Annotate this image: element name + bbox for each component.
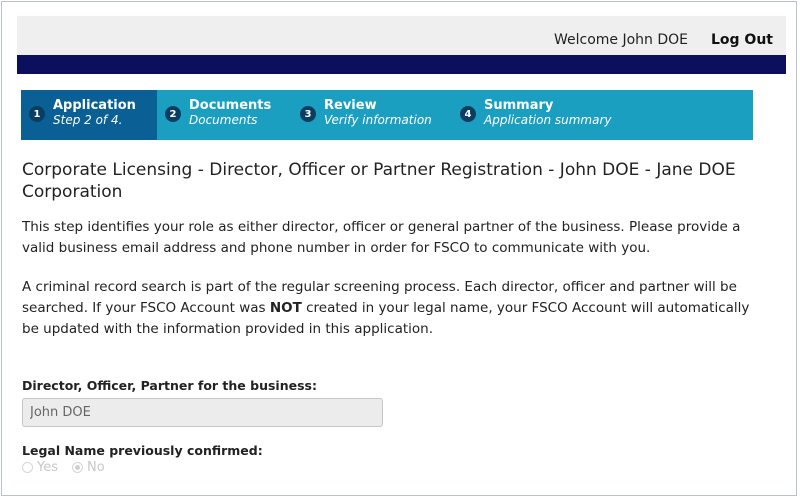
emphasis-not: NOT xyxy=(269,300,302,316)
step-number: 4 xyxy=(460,106,476,122)
step-subtitle: Step 2 of 4. xyxy=(53,113,123,127)
top-bar: Welcome John DOE Log Out xyxy=(17,16,786,56)
page-title: Corporate Licensing - Director, Officer … xyxy=(22,160,736,202)
wizard-steps: 1 Application Step 2 of 4. 2 Documents D… xyxy=(21,90,753,140)
radio-label: Yes xyxy=(37,460,58,475)
step-title: Application xyxy=(53,98,136,113)
step-summary[interactable]: 4 Summary Application summary xyxy=(452,90,652,140)
director-label: Director, Officer, Partner for the busin… xyxy=(22,378,317,393)
step-review[interactable]: 3 Review Verify information xyxy=(292,90,452,140)
step-title: Review xyxy=(324,98,377,113)
intro-text: This step identifies your role as either… xyxy=(22,219,741,256)
navy-banner xyxy=(17,55,786,74)
step-title: Documents xyxy=(189,98,272,113)
step-application[interactable]: 1 Application Step 2 of 4. xyxy=(21,90,157,140)
legal-name-radio-group: Yes No xyxy=(22,460,105,475)
radio-circle-icon xyxy=(22,462,33,473)
app-frame: Welcome John DOE Log Out 1 Application S… xyxy=(1,1,797,496)
step-number: 2 xyxy=(165,106,181,122)
step-subtitle: Application summary xyxy=(484,113,612,127)
step-subtitle: Verify information xyxy=(324,113,432,127)
step-subtitle: Documents xyxy=(189,113,258,127)
radio-checked-icon xyxy=(72,462,83,473)
director-input[interactable] xyxy=(22,398,383,427)
radio-label: No xyxy=(87,460,105,475)
step-documents[interactable]: 2 Documents Documents xyxy=(157,90,292,140)
welcome-text: Welcome John DOE xyxy=(554,32,689,48)
radio-no[interactable]: No xyxy=(72,460,105,475)
step-number: 3 xyxy=(300,106,316,122)
logout-link[interactable]: Log Out xyxy=(711,32,773,48)
legal-name-label: Legal Name previously confirmed: xyxy=(22,443,263,458)
criminal-record-text: A criminal record search is part of the … xyxy=(22,277,762,340)
step-title: Summary xyxy=(484,98,554,113)
radio-yes[interactable]: Yes xyxy=(22,460,58,475)
step-number: 1 xyxy=(29,106,45,122)
